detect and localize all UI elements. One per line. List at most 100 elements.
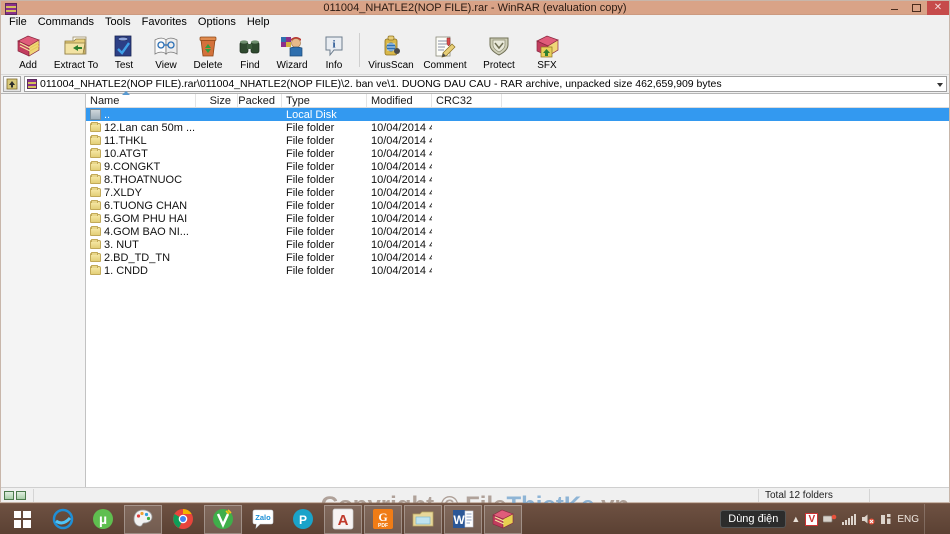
folder-icon xyxy=(90,122,101,132)
toolbar-button-protect[interactable]: Protect xyxy=(472,31,526,71)
table-row[interactable]: .. Local Disk xyxy=(86,108,949,121)
network-icon[interactable] xyxy=(823,513,837,525)
table-row[interactable]: 3. NUT File folder 10/04/2014 4:3... xyxy=(86,238,949,251)
window-controls: ✕ xyxy=(883,0,949,15)
toolbar-button-comment[interactable]: Comment xyxy=(418,31,472,71)
menu-item-options[interactable]: Options xyxy=(193,15,241,29)
extract-to-icon xyxy=(61,33,91,59)
taskbar-item-microsoft-word[interactable]: W xyxy=(444,504,482,534)
show-desktop-button[interactable] xyxy=(924,503,946,534)
row-modified-cell: 10/04/2014 4:3... xyxy=(371,238,432,251)
column-header-packed[interactable]: Packed xyxy=(238,94,282,107)
table-row[interactable]: 11.THKL File folder 10/04/2014 4:3... xyxy=(86,134,949,147)
status-bar-message xyxy=(33,488,759,502)
menu-item-commands[interactable]: Commands xyxy=(33,15,99,29)
language-indicator[interactable]: ENG xyxy=(897,514,919,525)
table-row[interactable]: 2.BD_TD_TN File folder 10/04/2014 4:3... xyxy=(86,251,949,264)
signal-bars-icon[interactable] xyxy=(842,513,857,525)
volume-muted-icon[interactable] xyxy=(861,513,875,525)
taskbar-item-foxit-pdf[interactable]: G PDF xyxy=(364,504,402,534)
folder-icon xyxy=(90,265,101,275)
taskbar-item-file-explorer[interactable] xyxy=(404,504,442,534)
chevron-down-icon[interactable] xyxy=(937,83,943,87)
toolbar-button-sfx[interactable]: SFX xyxy=(526,31,568,71)
close-button[interactable]: ✕ xyxy=(927,0,949,15)
taskbar-item-paint[interactable] xyxy=(124,504,162,534)
archive-icon xyxy=(27,79,37,89)
up-folder-icon[interactable] xyxy=(3,76,21,92)
row-name-text: 2.BD_TD_TN xyxy=(104,251,171,264)
taskbar-item-utorrent[interactable]: µ xyxy=(84,505,122,534)
row-name-text: 1. CNDD xyxy=(104,264,149,277)
row-modified-cell: 10/04/2014 4:3... xyxy=(371,212,432,225)
toolbar-button-find[interactable]: Find xyxy=(229,31,271,71)
taskbar-item-winrar[interactable] xyxy=(484,504,522,534)
table-row[interactable]: 5.GOM PHU HAI File folder 10/04/2014 4:3..… xyxy=(86,212,949,225)
column-header-size[interactable]: Size xyxy=(196,94,238,107)
minimize-button[interactable] xyxy=(883,1,905,15)
row-name-text: 4.GOM BAO NI... xyxy=(104,225,189,238)
toolbar-button-test[interactable]: Test xyxy=(103,31,145,71)
svg-text:P: P xyxy=(299,513,307,527)
row-name-cell: 1. CNDD xyxy=(86,265,196,277)
folder-icon xyxy=(90,187,101,197)
toolbar-button-add[interactable]: Add xyxy=(7,31,49,71)
table-row[interactable]: 8.THOATNUOC File folder 10/04/2014 4:3... xyxy=(86,173,949,186)
menu-item-help[interactable]: Help xyxy=(242,15,275,29)
column-header-name[interactable]: Name xyxy=(86,94,196,107)
power-status-button[interactable]: Dùng điện xyxy=(720,510,787,528)
unikey-tray-icon[interactable]: V xyxy=(805,512,819,526)
column-header-crc32[interactable]: CRC32 xyxy=(432,94,502,107)
taskbar-item-unikey[interactable] xyxy=(204,504,242,534)
test-icon xyxy=(109,33,139,59)
menu-item-tools[interactable]: Tools xyxy=(100,15,136,29)
toolbar-button-view[interactable]: View xyxy=(145,31,187,71)
row-modified-cell: 10/04/2014 4:3... xyxy=(371,199,432,212)
menu-bar: File Commands Tools Favorites Options He… xyxy=(1,15,949,29)
table-row[interactable]: 7.XLDY File folder 10/04/2014 4:3... xyxy=(86,186,949,199)
taskbar-item-zalo[interactable]: Zalo xyxy=(244,505,282,534)
toolbar-label-wizard: Wizard xyxy=(276,60,308,71)
row-modified-cell: 10/04/2014 4:3... xyxy=(371,160,432,173)
row-name-cell: 4.GOM BAO NI... xyxy=(86,226,196,238)
taskbar-item-autocad[interactable]: A xyxy=(324,504,362,534)
windows-start-icon[interactable] xyxy=(0,504,44,534)
maximize-restore-button[interactable] xyxy=(905,1,927,15)
row-type-cell: File folder xyxy=(286,186,335,199)
row-name-cell: 8.THOATNUOC xyxy=(86,174,196,186)
column-header-type[interactable]: Type xyxy=(282,94,367,107)
menu-item-favorites[interactable]: Favorites xyxy=(137,15,192,29)
menu-item-file[interactable]: File xyxy=(4,15,32,29)
column-header-modified[interactable]: Modified xyxy=(367,94,432,107)
toolbar-button-wizard[interactable]: Wizard xyxy=(271,31,313,71)
main-toolbar: Add Extract To Test View Delete Find Wiz… xyxy=(1,29,949,75)
toolbar-button-virusscan[interactable]: VirusScan xyxy=(364,31,418,71)
row-name-text: .. xyxy=(104,108,111,121)
table-row[interactable]: 9.CONGKT File folder 10/04/2014 4:3... xyxy=(86,160,949,173)
folder-icon xyxy=(90,161,101,171)
toolbar-label-delete: Delete xyxy=(193,60,223,71)
toolbar-button-extract-to[interactable]: Extract To xyxy=(49,31,103,71)
table-row[interactable]: 1. CNDD File folder 10/04/2014 4:3... xyxy=(86,264,949,277)
action-center-icon[interactable] xyxy=(880,513,892,525)
table-row[interactable]: 12.Lan can 50m ... File folder 10/04/2014 … xyxy=(86,121,949,134)
view-icon xyxy=(151,33,181,59)
row-name-cell: 5.GOM PHU HAI xyxy=(86,213,196,225)
row-name-text: 8.THOATNUOC xyxy=(104,173,183,186)
row-name-cell: 2.BD_TD_TN xyxy=(86,252,196,264)
toolbar-button-info[interactable]: i Info xyxy=(313,31,355,71)
taskbar-item-internet-explorer[interactable] xyxy=(44,505,82,534)
taskbar-item-google-chrome[interactable] xyxy=(164,505,202,534)
svg-text:PDF: PDF xyxy=(378,523,388,529)
taskbar-item-teamviewer[interactable]: P xyxy=(284,505,322,534)
row-name-cell: 10.ATGT xyxy=(86,148,196,160)
folder-tree-pane[interactable] xyxy=(1,94,86,487)
comment-icon xyxy=(430,33,460,59)
table-row[interactable]: 6.TUONG CHAN File folder 10/04/2014 4:3... xyxy=(86,199,949,212)
add-archive-icon xyxy=(13,33,43,59)
table-row[interactable]: 4.GOM BAO NI... File folder 10/04/2014 4:3… xyxy=(86,225,949,238)
address-path-field[interactable]: 011004_NHATLE2(NOP FILE).rar\011004_NHAT… xyxy=(24,76,947,92)
chevron-up-icon[interactable]: ▲ xyxy=(791,514,800,524)
toolbar-button-delete[interactable]: Delete xyxy=(187,31,229,71)
table-row[interactable]: 10.ATGT File folder 10/04/2014 4:3... xyxy=(86,147,949,160)
